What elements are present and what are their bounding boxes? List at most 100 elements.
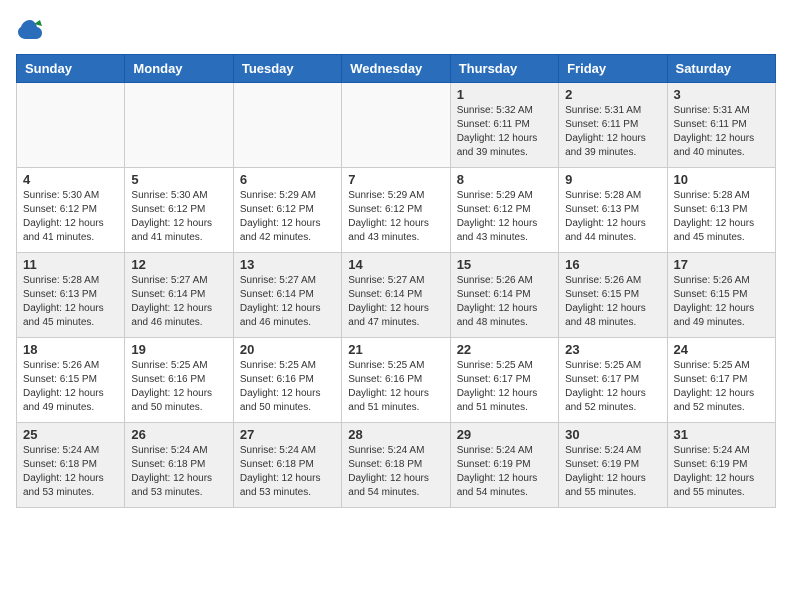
day-number: 26 [131,427,226,442]
day-info: Sunrise: 5:26 AM Sunset: 6:15 PM Dayligh… [565,274,660,330]
day-number: 29 [457,427,552,442]
day-number: 19 [131,342,226,357]
calendar-day-cell [125,83,233,168]
calendar-day-cell: 5 Sunrise: 5:30 AM Sunset: 6:12 PM Daylig… [125,168,233,253]
day-number: 14 [348,257,443,272]
day-number: 17 [674,257,769,272]
day-info: Sunrise: 5:29 AM Sunset: 6:12 PM Dayligh… [348,189,443,245]
calendar-day-header: Sunday [17,55,125,83]
calendar-day-cell: 24 Sunrise: 5:25 AM Sunset: 6:17 PM Dayli… [667,338,775,423]
calendar-day-cell: 10Sunrise: 5:28 AM Sunset: 6:13 PM Dayli… [667,168,775,253]
day-number: 22 [457,342,552,357]
calendar-week-row: 25Sunrise: 5:24 AM Sunset: 6:18 PM Dayli… [17,423,776,508]
calendar-day-cell: 30 Sunrise: 5:24 AM Sunset: 6:19 PM Dayli… [559,423,667,508]
calendar-day-cell [233,83,341,168]
day-info: Sunrise: 5:24 AM Sunset: 6:19 PM Dayligh… [565,444,660,500]
day-info: Sunrise: 5:26 AM Sunset: 6:14 PM Dayligh… [457,274,552,330]
day-info: Sunrise: 5:25 AM Sunset: 6:17 PM Dayligh… [674,359,769,415]
logo [16,16,48,44]
day-number: 24 [674,342,769,357]
calendar-day-cell: 12Sunrise: 5:27 AM Sunset: 6:14 PM Dayli… [125,253,233,338]
calendar-week-row: 1 Sunrise: 5:32 AM Sunset: 6:11 PM Daylig… [17,83,776,168]
calendar-day-cell: 11Sunrise: 5:28 AM Sunset: 6:13 PM Dayli… [17,253,125,338]
day-number: 12 [131,257,226,272]
calendar-week-row: 11Sunrise: 5:28 AM Sunset: 6:13 PM Dayli… [17,253,776,338]
calendar-day-cell: 6 Sunrise: 5:29 AM Sunset: 6:12 PM Daylig… [233,168,341,253]
day-number: 9 [565,172,660,187]
day-number: 28 [348,427,443,442]
day-number: 5 [131,172,226,187]
calendar-day-cell: 2 Sunrise: 5:31 AM Sunset: 6:11 PM Daylig… [559,83,667,168]
day-number: 13 [240,257,335,272]
day-number: 4 [23,172,118,187]
day-number: 10 [674,172,769,187]
calendar-day-cell: 21Sunrise: 5:25 AM Sunset: 6:16 PM Dayli… [342,338,450,423]
calendar-day-cell: 20 Sunrise: 5:25 AM Sunset: 6:16 PM Dayli… [233,338,341,423]
calendar-day-cell: 31 Sunrise: 5:24 AM Sunset: 6:19 PM Dayli… [667,423,775,508]
day-info: Sunrise: 5:31 AM Sunset: 6:11 PM Dayligh… [565,104,660,160]
day-number: 30 [565,427,660,442]
calendar-table: SundayMondayTuesdayWednesdayThursdayFrid… [16,54,776,508]
calendar-day-cell: 8 Sunrise: 5:29 AM Sunset: 6:12 PM Daylig… [450,168,558,253]
page-header [16,16,776,44]
calendar-day-cell: 26 Sunrise: 5:24 AM Sunset: 6:18 PM Dayli… [125,423,233,508]
day-number: 3 [674,87,769,102]
day-number: 11 [23,257,118,272]
calendar-week-row: 4 Sunrise: 5:30 AM Sunset: 6:12 PM Daylig… [17,168,776,253]
day-info: Sunrise: 5:24 AM Sunset: 6:19 PM Dayligh… [457,444,552,500]
day-number: 23 [565,342,660,357]
calendar-day-cell: 1 Sunrise: 5:32 AM Sunset: 6:11 PM Daylig… [450,83,558,168]
calendar-day-header: Monday [125,55,233,83]
calendar-week-row: 18Sunrise: 5:26 AM Sunset: 6:15 PM Dayli… [17,338,776,423]
day-info: Sunrise: 5:25 AM Sunset: 6:16 PM Dayligh… [240,359,335,415]
day-info: Sunrise: 5:25 AM Sunset: 6:16 PM Dayligh… [131,359,226,415]
day-info: Sunrise: 5:29 AM Sunset: 6:12 PM Dayligh… [240,189,335,245]
day-number: 8 [457,172,552,187]
day-info: Sunrise: 5:28 AM Sunset: 6:13 PM Dayligh… [565,189,660,245]
day-number: 27 [240,427,335,442]
calendar-day-cell: 16 Sunrise: 5:26 AM Sunset: 6:15 PM Dayli… [559,253,667,338]
day-number: 18 [23,342,118,357]
day-info: Sunrise: 5:24 AM Sunset: 6:18 PM Dayligh… [348,444,443,500]
day-number: 2 [565,87,660,102]
day-info: Sunrise: 5:26 AM Sunset: 6:15 PM Dayligh… [674,274,769,330]
day-info: Sunrise: 5:24 AM Sunset: 6:18 PM Dayligh… [240,444,335,500]
calendar-day-cell: 4 Sunrise: 5:30 AM Sunset: 6:12 PM Daylig… [17,168,125,253]
calendar-day-header: Tuesday [233,55,341,83]
day-number: 16 [565,257,660,272]
day-info: Sunrise: 5:25 AM Sunset: 6:16 PM Dayligh… [348,359,443,415]
day-info: Sunrise: 5:30 AM Sunset: 6:12 PM Dayligh… [23,189,118,245]
day-number: 7 [348,172,443,187]
calendar-day-cell [17,83,125,168]
day-number: 31 [674,427,769,442]
calendar-day-header: Friday [559,55,667,83]
day-info: Sunrise: 5:31 AM Sunset: 6:11 PM Dayligh… [674,104,769,160]
calendar-day-cell: 13 Sunrise: 5:27 AM Sunset: 6:14 PM Dayli… [233,253,341,338]
calendar-day-header: Wednesday [342,55,450,83]
calendar-day-cell [342,83,450,168]
day-info: Sunrise: 5:32 AM Sunset: 6:11 PM Dayligh… [457,104,552,160]
day-number: 1 [457,87,552,102]
day-info: Sunrise: 5:27 AM Sunset: 6:14 PM Dayligh… [240,274,335,330]
day-number: 15 [457,257,552,272]
day-info: Sunrise: 5:24 AM Sunset: 6:18 PM Dayligh… [23,444,118,500]
calendar-day-cell: 9 Sunrise: 5:28 AM Sunset: 6:13 PM Daylig… [559,168,667,253]
calendar-day-cell: 18Sunrise: 5:26 AM Sunset: 6:15 PM Dayli… [17,338,125,423]
day-info: Sunrise: 5:24 AM Sunset: 6:19 PM Dayligh… [674,444,769,500]
logo-icon [16,16,44,44]
calendar-day-cell: 27 Sunrise: 5:24 AM Sunset: 6:18 PM Dayli… [233,423,341,508]
calendar-day-cell: 7 Sunrise: 5:29 AM Sunset: 6:12 PM Daylig… [342,168,450,253]
calendar-day-cell: 3 Sunrise: 5:31 AM Sunset: 6:11 PM Daylig… [667,83,775,168]
day-info: Sunrise: 5:30 AM Sunset: 6:12 PM Dayligh… [131,189,226,245]
day-info: Sunrise: 5:27 AM Sunset: 6:14 PM Dayligh… [348,274,443,330]
day-number: 20 [240,342,335,357]
calendar-day-cell: 19 Sunrise: 5:25 AM Sunset: 6:16 PM Dayli… [125,338,233,423]
day-info: Sunrise: 5:29 AM Sunset: 6:12 PM Dayligh… [457,189,552,245]
calendar-header-row: SundayMondayTuesdayWednesdayThursdayFrid… [17,55,776,83]
calendar-day-header: Thursday [450,55,558,83]
day-number: 6 [240,172,335,187]
day-info: Sunrise: 5:24 AM Sunset: 6:18 PM Dayligh… [131,444,226,500]
day-info: Sunrise: 5:25 AM Sunset: 6:17 PM Dayligh… [565,359,660,415]
calendar-day-cell: 28 Sunrise: 5:24 AM Sunset: 6:18 PM Dayli… [342,423,450,508]
calendar-day-header: Saturday [667,55,775,83]
